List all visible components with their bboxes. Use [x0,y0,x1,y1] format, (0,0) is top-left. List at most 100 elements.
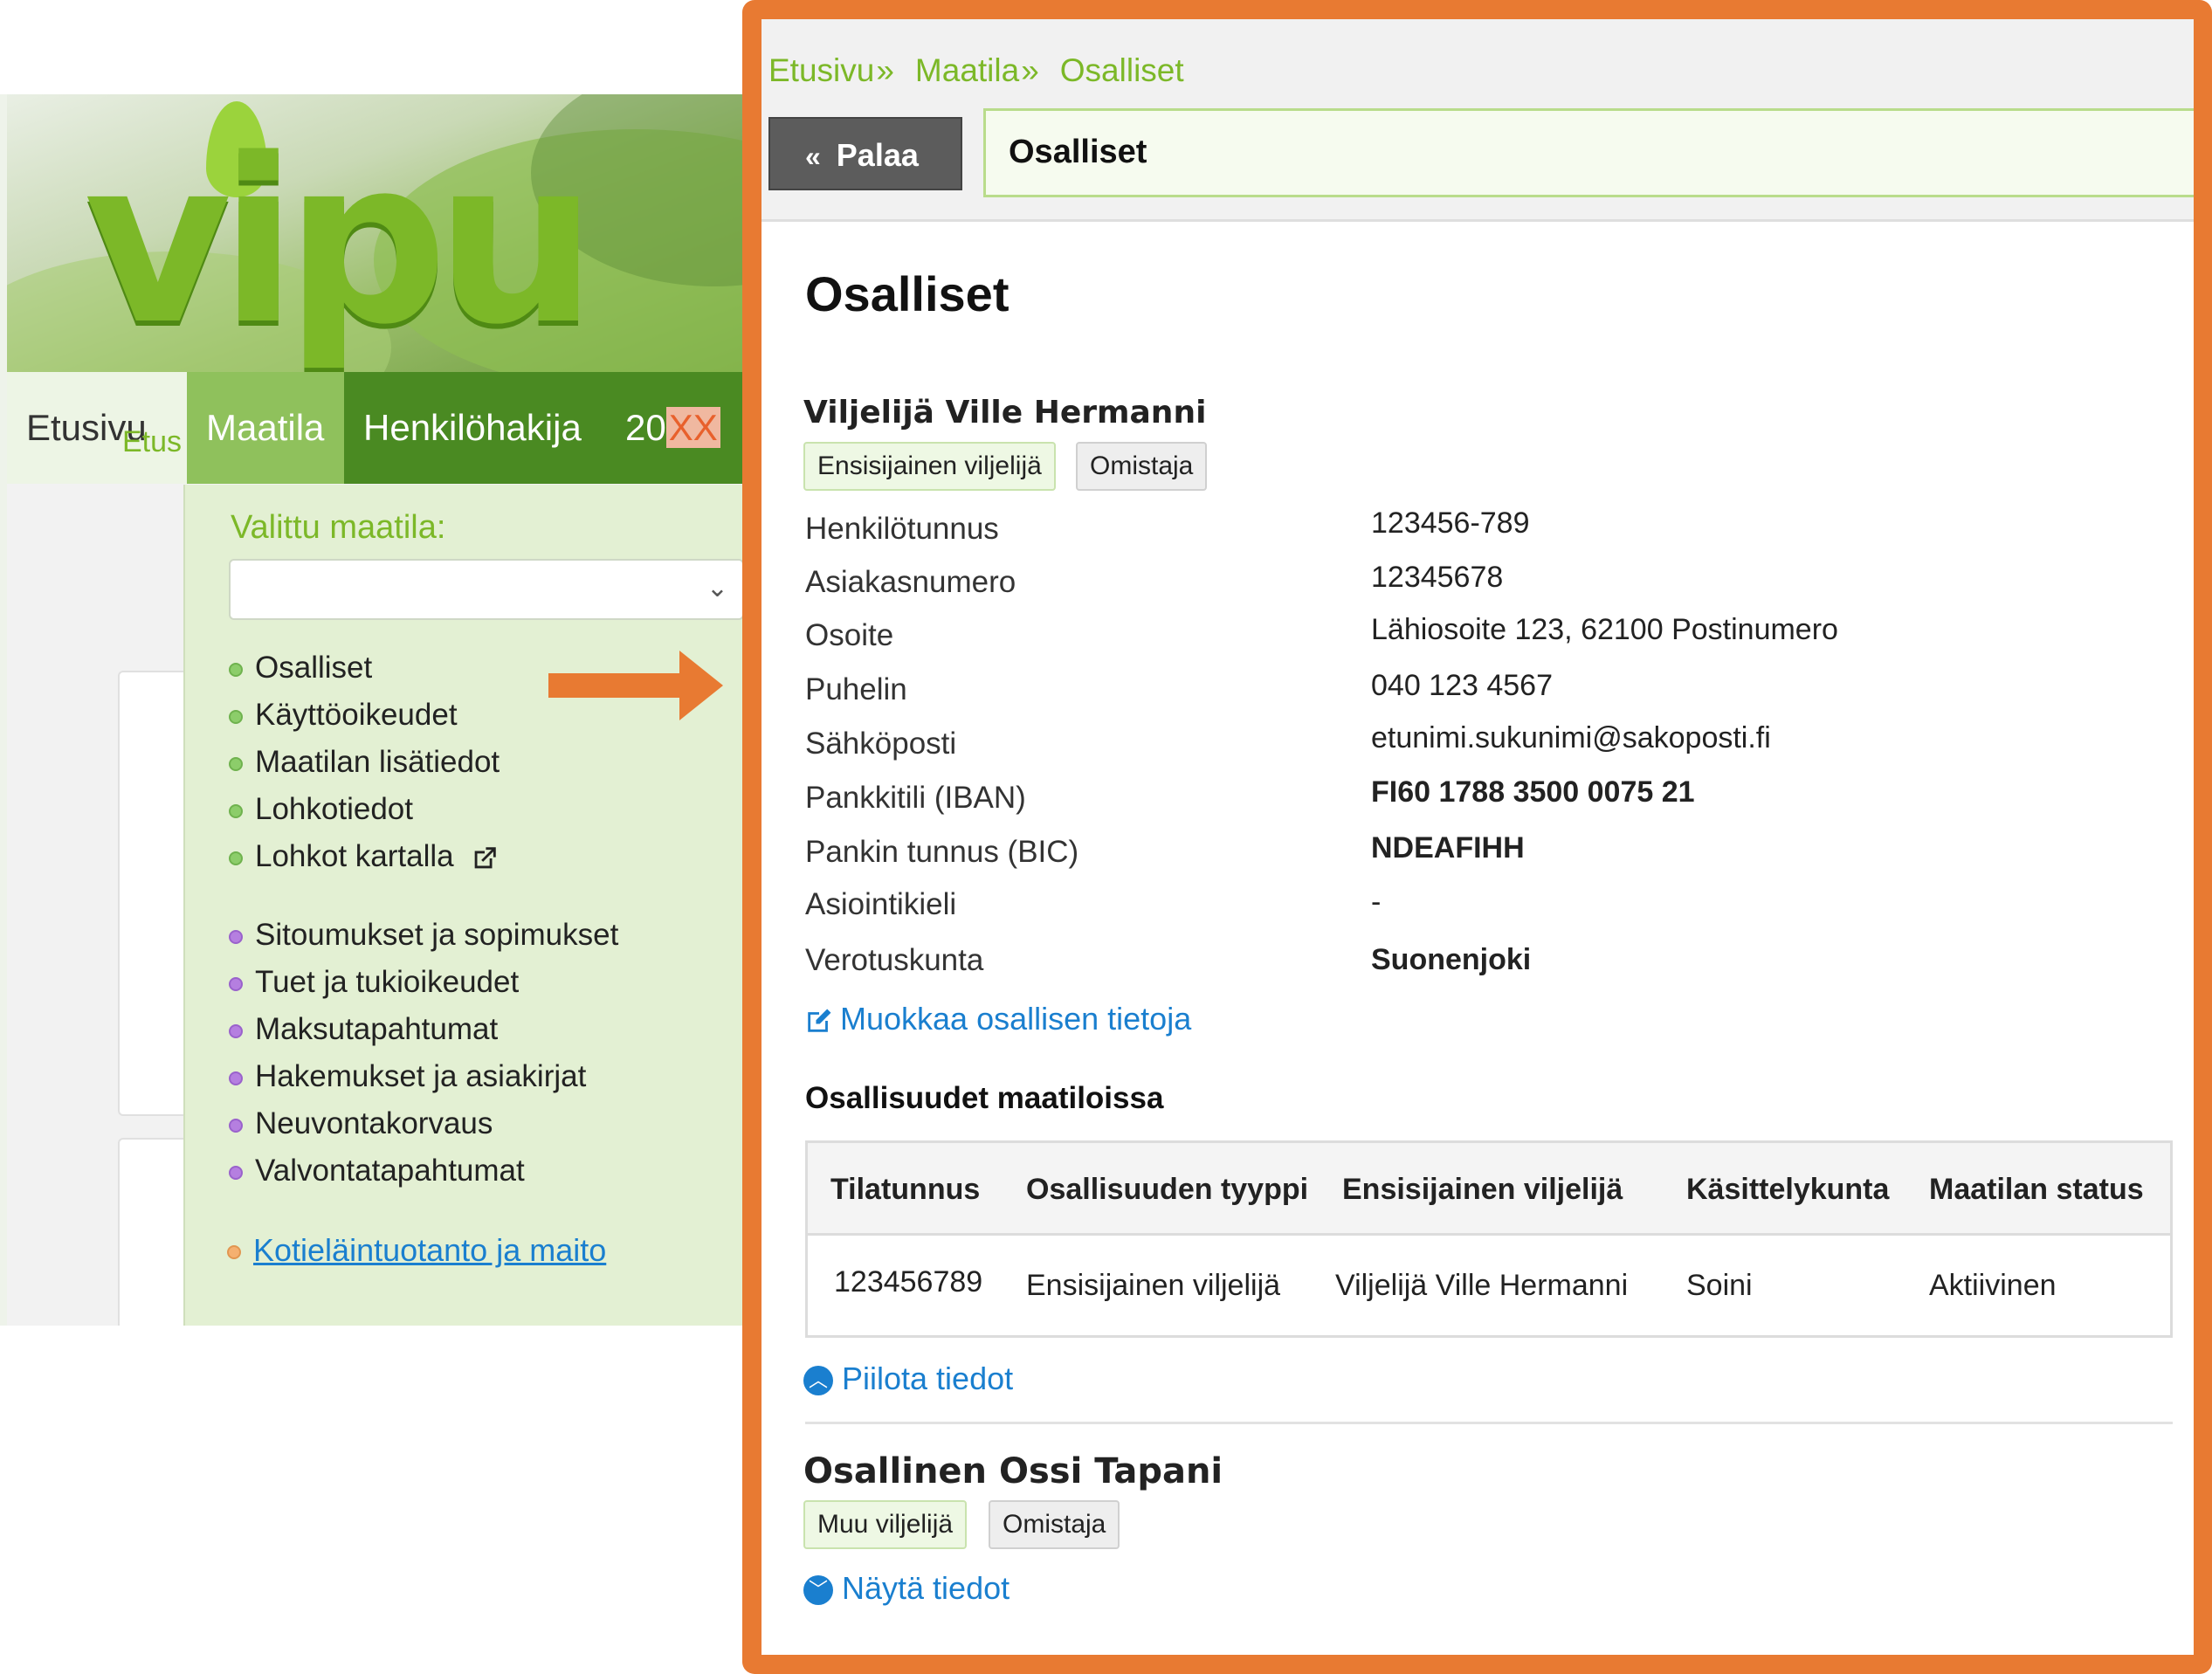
menu-item-label: Kotieläintuotanto ja maito [253,1232,607,1268]
role-badge-owner: Omistaja [989,1500,1120,1549]
field-value-bic: NDEAFIHH [1371,831,1525,865]
field-value-asiakasnumero: 12345678 [1371,561,1504,594]
nav-year-prefix: 20 [625,407,666,448]
role-badge-owner: Omistaja [1076,442,1208,491]
field-value-asiointikieli: - [1371,885,1382,919]
column-header-maatilan-status[interactable]: Maatilan status [1929,1173,2144,1207]
field-label-sahkoposti: Sähköposti [805,727,957,761]
menu-item-tuet[interactable]: Tuet ja tukioikeudet [229,965,519,1000]
nav-maatila[interactable]: Maatila [187,372,344,484]
chevron-up-circle-icon: ︿ [803,1366,833,1396]
field-label-iban: Pankkitili (IBAN) [805,781,1026,815]
title-bar: Osalliset [983,108,2194,197]
role-badge-other-farmer: Muu viljelijä [803,1500,968,1549]
menu-item-label: Neuvontakorvaus [255,1106,493,1140]
bullet-icon [229,1118,243,1133]
bullet-icon [229,756,243,771]
bullet-icon [229,1071,243,1085]
person-name: Osallinen Ossi Tapani [803,1451,1223,1491]
field-value-puhelin: 040 123 4567 [1371,669,1553,702]
show-details-link-label: Näytä tiedot [842,1570,1010,1606]
menu-item-label: Osalliset [255,651,373,685]
field-label-verotuskunta: Verotuskunta [805,943,984,977]
menu-item-label: Käyttöoikeudet [255,698,458,732]
double-chevron-left-icon: « [805,141,821,172]
chevron-down-circle-icon: ﹀ [803,1575,833,1606]
breadcrumb-separator: » [1021,52,1039,88]
section-divider [805,1422,2173,1424]
page-title: Osalliset [805,266,1010,321]
panel-header: Etusivu» Maatila» Osalliset «Palaa Osallis… [761,19,2194,222]
bullet-icon [229,662,243,677]
table-header: Tilatunnus Osallisuuden tyyppi Ensisijai… [808,1143,2170,1236]
column-header-tilatunnus[interactable]: Tilatunnus [830,1173,980,1207]
external-link-icon [475,847,497,869]
menu-item-osalliset[interactable]: Osalliset [229,651,372,685]
menu-item-maatilan-lisatiedot[interactable]: Maatilan lisätiedot [229,745,500,780]
menu-item-label: Valvontatapahtumat [255,1154,525,1188]
bullet-icon [229,803,243,818]
role-badge-primary: Ensisijainen viljelijä [803,442,1056,491]
field-label-puhelin: Puhelin [805,672,907,706]
field-value-henkilotunnus: 123456-789 [1371,506,1530,540]
menu-item-valvontatapahtumat[interactable]: Valvontatapahtumat [229,1154,525,1188]
bullet-icon [229,1023,243,1038]
back-button-label: Palaa [836,137,919,173]
menu-item-maksutapahtumat[interactable]: Maksutapahtumat [229,1012,498,1047]
menu-item-lohkotiedot[interactable]: Lohkotiedot [229,792,413,827]
breadcrumb-etusivu[interactable]: Etusivu [768,52,874,88]
chevron-down-icon: ⌄ [706,574,728,603]
field-label-asiointikieli: Asiointikieli [805,887,957,921]
breadcrumb-osalliset[interactable]: Osalliset [1060,52,1184,88]
field-value-iban: FI60 1788 3500 0075 21 [1371,775,1695,809]
bullet-icon [229,929,243,944]
ownership-section-title: Osallisuudet maatiloissa [805,1081,1164,1115]
cell-tilatunnus: 123456789 [834,1265,983,1299]
menu-item-lohkot-kartalla[interactable]: Lohkot kartalla [229,839,500,874]
top-navigation: Etusivu Maatila Henkilöhakija 20XX [7,372,751,484]
menu-item-neuvontakorvaus[interactable]: Neuvontakorvaus [229,1106,493,1141]
nav-year-suffix: XX [665,407,720,448]
edit-person-link-label: Muokkaa osallisen tietoja [840,1001,1192,1037]
show-details-link[interactable]: ﹀ Näytä tiedot [803,1570,1010,1607]
cell-osallisuuden-tyyppi: Ensisijainen viljelijä [1026,1269,1281,1302]
bullet-icon [229,709,243,724]
nav-henkilohakija[interactable]: Henkilöhakija [344,372,606,484]
hero-banner: vipu [7,94,751,372]
edit-person-link[interactable]: Muokkaa osallisen tietoja [803,1001,1191,1037]
menu-item-sitoumukset[interactable]: Sitoumukset ja sopimukset [229,918,618,953]
back-button[interactable]: « Palaa [768,117,962,190]
menu-item-kayttooikeudet[interactable]: Käyttöoikeudet [229,698,458,733]
column-header-osallisuuden-tyyppi[interactable]: Osallisuuden tyyppi [1026,1173,1308,1207]
field-label-asiakasnumero: Asiakasnumero [805,565,1016,599]
menu-item-kotielaintuotanto[interactable]: Kotieläintuotanto ja maito [227,1232,606,1269]
hide-details-link[interactable]: ︿ Piilota tiedot [803,1361,1013,1397]
field-value-sahkoposti: etunimi.sukunimi@sakoposti.fi [1371,721,1771,754]
maatila-dropdown-menu: Valittu maatila: ⌄ Osalliset Käyttöoikeu… [183,485,751,1326]
bullet-icon [229,851,243,865]
field-label-osoite: Osoite [805,618,894,652]
breadcrumb-separator: » [876,52,894,88]
osalliset-panel: Etusivu» Maatila» Osalliset «Palaa Osallis… [761,19,2194,1655]
field-value-verotuskunta: Suonenjoki [1371,943,1532,976]
column-header-kasittelykunta[interactable]: Käsittelykunta [1686,1173,1889,1207]
nav-year[interactable]: 20XX [606,372,740,484]
vipu-logo[interactable]: vipu [84,129,597,356]
selected-farm-select[interactable]: ⌄ [229,559,744,620]
arrow-right-icon [548,651,723,720]
hide-details-link-label: Piilota tiedot [842,1361,1014,1396]
selected-farm-label: Valittu maatila: [231,509,446,546]
left-breadcrumb[interactable]: Etus [122,425,182,459]
cell-kasittelykunta: Soini [1686,1269,1753,1302]
menu-item-label: Tuet ja tukioikeudet [255,965,520,999]
edit-icon [808,1009,831,1033]
menu-item-label: Sitoumukset ja sopimukset [255,918,619,952]
breadcrumb-maatila[interactable]: Maatila [915,52,1019,88]
person-name: Viljelijä Ville Hermanni [803,395,1207,431]
cell-ensisijainen-viljelija: Viljelijä Ville Hermanni [1335,1269,1629,1302]
menu-item-hakemukset[interactable]: Hakemukset ja asiakirjat [229,1059,586,1094]
bullet-icon [229,1165,243,1180]
menu-item-label: Lohkotiedot [255,792,413,826]
column-header-ensisijainen-viljelija[interactable]: Ensisijainen viljelijä [1342,1173,1623,1207]
menu-item-label: Maatilan lisätiedot [255,745,500,779]
